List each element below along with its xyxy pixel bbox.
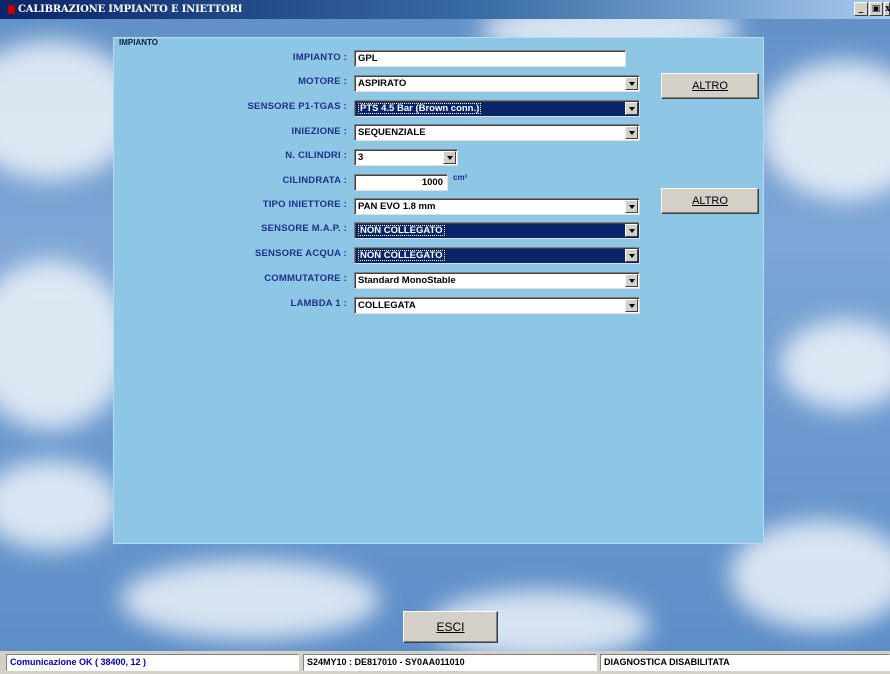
lambda-label: LAMBDA 1 : — [290, 298, 347, 309]
motore-value: ASPIRATO — [358, 78, 407, 89]
chevron-down-icon[interactable] — [625, 200, 638, 213]
tipo-iniettore-dropdown[interactable]: PAN EVO 1.8 mm — [354, 198, 640, 215]
iniezione-value: SEQUENZIALE — [358, 127, 426, 138]
app-icon — [8, 5, 15, 14]
lambda-value: COLLEGATA — [358, 300, 416, 311]
sensore-p1-value: PTS 4.5 Bar (Brown conn.) — [358, 103, 482, 114]
window-title: CALIBRAZIONE IMPIANTO E INIETTORI — [18, 4, 243, 15]
sensore-acqua-dropdown[interactable]: NON COLLEGATO — [354, 247, 640, 264]
altro-button-motore[interactable]: ALTRO — [661, 73, 759, 99]
chevron-down-icon[interactable] — [625, 126, 638, 139]
impianto-field[interactable]: GPL — [354, 50, 626, 67]
commutatore-dropdown[interactable]: Standard MonoStable — [354, 272, 640, 289]
chevron-down-icon[interactable] — [625, 224, 638, 237]
lambda-dropdown[interactable]: COLLEGATA — [354, 297, 640, 314]
chevron-down-icon[interactable] — [443, 151, 456, 164]
sensore-acqua-value: NON COLLEGATO — [358, 250, 445, 261]
section-title: IMPIANTO — [119, 38, 158, 47]
impianto-label: IMPIANTO : — [292, 52, 347, 63]
sensore-p1-dropdown[interactable]: PTS 4.5 Bar (Brown conn.) — [354, 100, 640, 117]
chevron-down-icon[interactable] — [625, 274, 638, 287]
iniezione-dropdown[interactable]: SEQUENZIALE — [354, 124, 640, 141]
restore-icon[interactable]: ▣ — [869, 2, 883, 16]
status-ids: S24MY10 : DE817010 - SY0AA011010 — [303, 654, 597, 671]
commutatore-value: Standard MonoStable — [358, 275, 456, 286]
status-bar: Comunicazione OK ( 38400, 12 ) S24MY10 :… — [0, 651, 890, 674]
motore-dropdown[interactable]: ASPIRATO — [354, 75, 640, 92]
close-icon[interactable]: x — [884, 2, 890, 16]
sensore-acqua-label: SENSORE ACQUA : — [254, 248, 347, 259]
cilindri-value: 3 — [358, 152, 364, 163]
chevron-down-icon[interactable] — [625, 299, 638, 312]
minimize-icon[interactable]: _ — [854, 2, 868, 16]
status-diagnostics: DIAGNOSTICA DISABILITATA — [600, 654, 890, 671]
sensore-map-label: SENSORE M.A.P. : — [261, 223, 347, 234]
status-communication: Comunicazione OK ( 38400, 12 ) — [6, 654, 299, 671]
sensore-p1-label: SENSORE P1-TGAS : — [247, 101, 347, 112]
tipo-iniettore-label: TIPO INIETTORE : — [262, 199, 347, 210]
cilindri-label: N. CILINDRI : — [285, 150, 347, 161]
sensore-map-value: NON COLLEGATO — [358, 225, 445, 236]
tipo-iniettore-value: PAN EVO 1.8 mm — [358, 201, 436, 212]
iniezione-label: INIEZIONE : — [291, 126, 347, 137]
cilindrata-label: CILINDRATA : — [282, 175, 347, 186]
chevron-down-icon[interactable] — [625, 249, 638, 262]
cilindrata-unit: cm³ — [453, 173, 468, 182]
chevron-down-icon[interactable] — [625, 77, 638, 90]
commutatore-label: COMMUTATORE : — [264, 273, 347, 284]
cilindri-dropdown[interactable]: 3 — [354, 149, 458, 166]
altro-button-iniettore[interactable]: ALTRO — [661, 188, 759, 214]
esci-button[interactable]: ESCI — [403, 611, 498, 643]
chevron-down-icon[interactable] — [625, 102, 638, 115]
cilindrata-input[interactable]: 1000 — [354, 174, 448, 191]
sensore-map-dropdown[interactable]: NON COLLEGATO — [354, 222, 640, 239]
motore-label: MOTORE : — [298, 76, 347, 87]
title-bar: CALIBRAZIONE IMPIANTO E INIETTORI _ ▣ x — [0, 0, 890, 19]
